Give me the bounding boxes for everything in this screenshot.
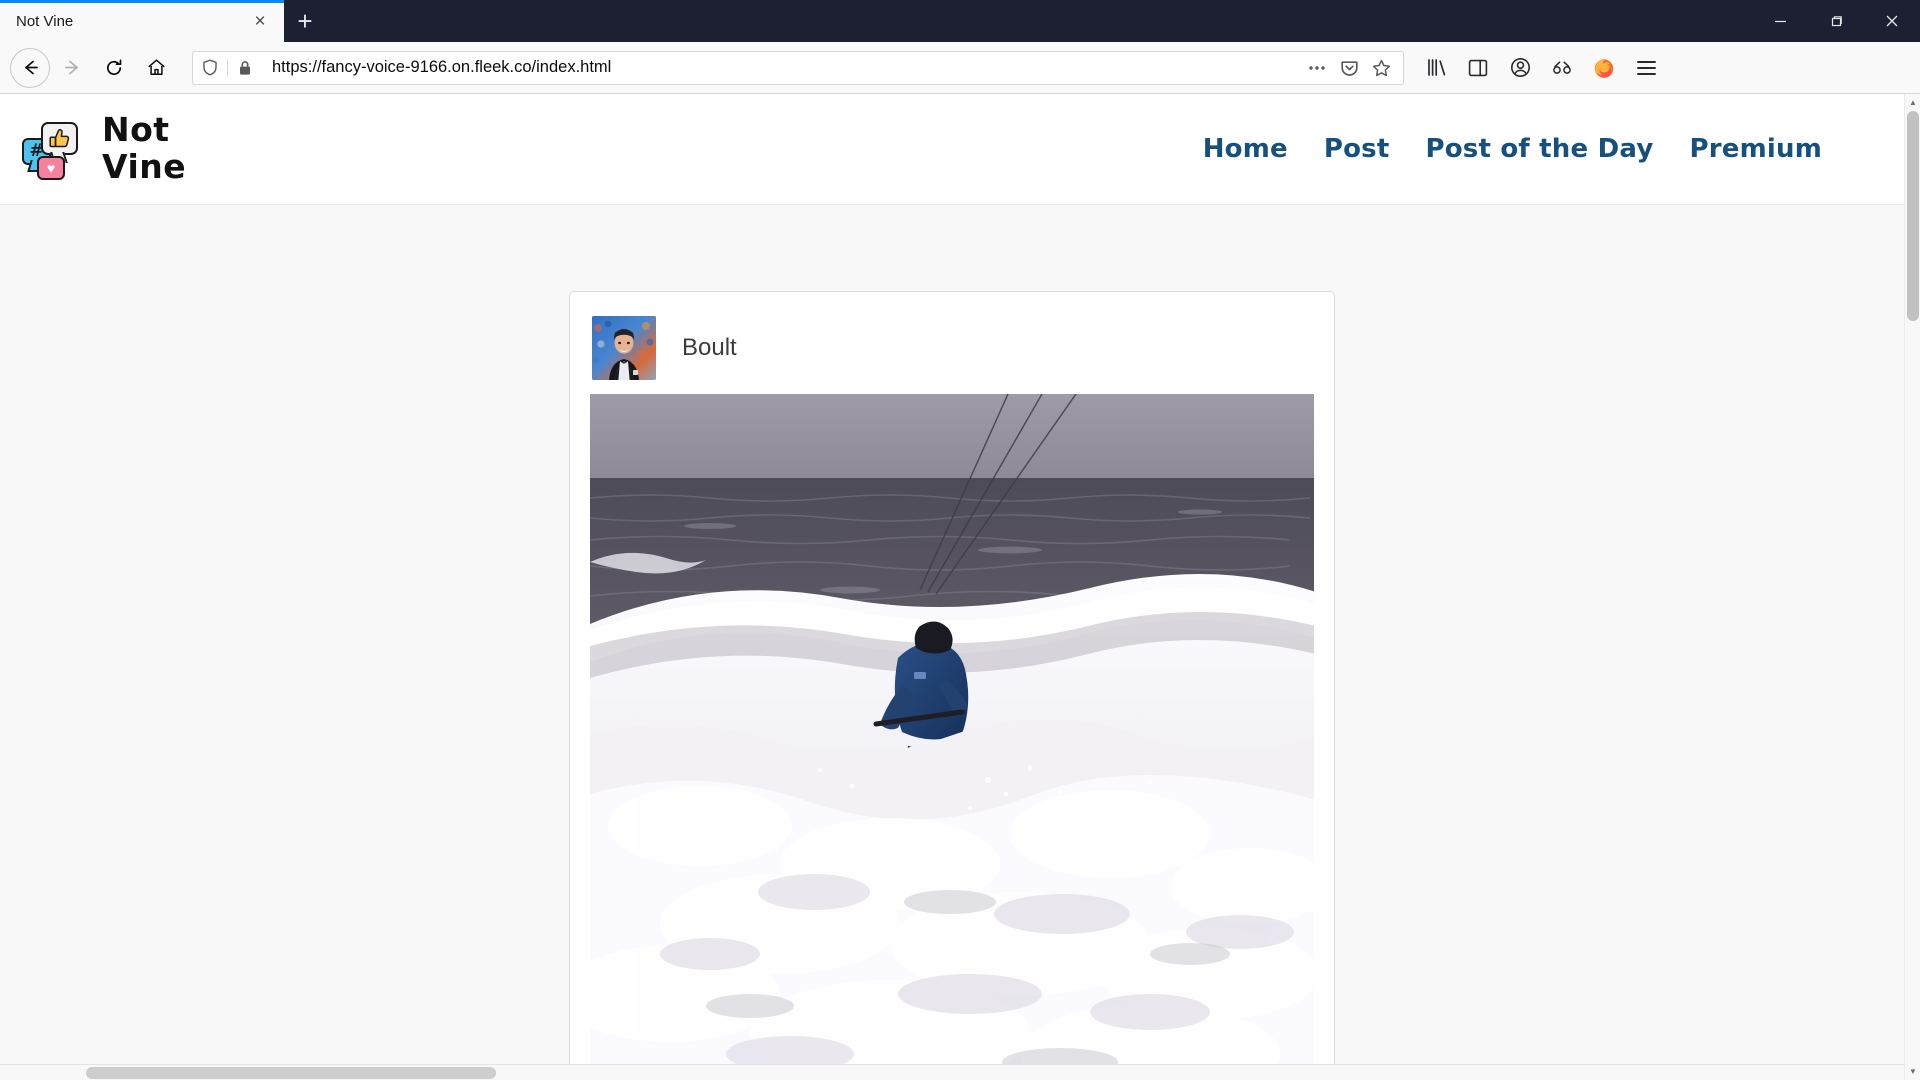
restore-button[interactable] <box>1808 0 1864 42</box>
horizontal-scrollbar-thumb[interactable] <box>86 1067 496 1079</box>
avatar[interactable] <box>592 316 656 380</box>
scroll-down-icon[interactable]: ▼ <box>1905 1063 1920 1080</box>
star-icon[interactable] <box>1365 53 1397 83</box>
tab-title: Not Vine <box>16 12 74 30</box>
url-text[interactable]: https://fancy-voice-9166.on.fleek.co/ind… <box>262 58 1301 77</box>
site-header: # ♥ Not Vine Home Post Post of the Day P… <box>0 94 1904 205</box>
brand-name: Not Vine <box>102 110 187 186</box>
new-tab-button[interactable]: + <box>284 0 326 42</box>
window-controls <box>1752 0 1920 42</box>
vertical-scrollbar[interactable]: ▲ ▼ <box>1904 94 1920 1080</box>
web-page: # ♥ Not Vine Home Post Post of the Day P… <box>0 94 1904 1080</box>
lock-icon[interactable] <box>228 52 262 84</box>
account-icon[interactable] <box>1500 48 1540 88</box>
feed: Boult <box>0 205 1904 1080</box>
sync-icon[interactable] <box>1542 48 1582 88</box>
minimize-button[interactable] <box>1752 0 1808 42</box>
horizontal-scrollbar[interactable] <box>0 1064 1904 1080</box>
forward-button[interactable] <box>52 48 92 88</box>
post-author: Boult <box>682 334 737 361</box>
back-button[interactable] <box>10 47 50 88</box>
address-bar[interactable]: https://fancy-voice-9166.on.fleek.co/ind… <box>192 50 1404 85</box>
nav-link-post-of-the-day[interactable]: Post of the Day <box>1407 134 1671 164</box>
site-nav: Home Post Post of the Day Premium <box>1185 134 1840 164</box>
nav-link-home[interactable]: Home <box>1185 134 1306 164</box>
brand[interactable]: # ♥ Not Vine <box>22 110 187 186</box>
home-button[interactable] <box>136 48 176 88</box>
thumbs-up-glyph <box>49 129 70 148</box>
scroll-up-icon[interactable]: ▲ <box>1905 94 1920 111</box>
ellipsis-icon[interactable] <box>1301 53 1333 83</box>
avatar-image <box>592 316 656 380</box>
nav-link-post[interactable]: Post <box>1306 134 1408 164</box>
page-viewport: # ♥ Not Vine Home Post Post of the Day P… <box>0 94 1920 1080</box>
nav-link-premium[interactable]: Premium <box>1671 134 1840 164</box>
shield-icon[interactable] <box>193 52 227 84</box>
close-button[interactable] <box>1864 0 1920 42</box>
brand-name-line1: Not <box>102 110 170 150</box>
pocket-icon[interactable] <box>1333 53 1365 83</box>
sidebar-icon[interactable] <box>1458 48 1498 88</box>
browser-tab[interactable]: Not Vine × <box>0 0 284 42</box>
post-card: Boult <box>569 291 1335 1080</box>
kitesurf-photo <box>590 394 1314 1080</box>
browser-tab-strip: Not Vine × + <box>0 0 1920 42</box>
toolbar-icons <box>1416 48 1670 88</box>
post-header: Boult <box>590 312 1314 394</box>
reload-button[interactable] <box>94 48 134 88</box>
firefox-account-icon[interactable] <box>1584 48 1624 88</box>
vertical-scrollbar-thumb[interactable] <box>1907 111 1919 321</box>
library-icon[interactable] <box>1416 48 1456 88</box>
post-image[interactable] <box>590 394 1314 1080</box>
menu-icon[interactable] <box>1626 48 1666 88</box>
not-vine-logo-icon: # ♥ <box>22 118 84 180</box>
heart-glyph: ♥ <box>46 160 56 176</box>
brand-name-line2: Vine <box>102 147 187 186</box>
browser-toolbar: https://fancy-voice-9166.on.fleek.co/ind… <box>0 42 1920 94</box>
close-tab-icon[interactable]: × <box>246 7 274 35</box>
